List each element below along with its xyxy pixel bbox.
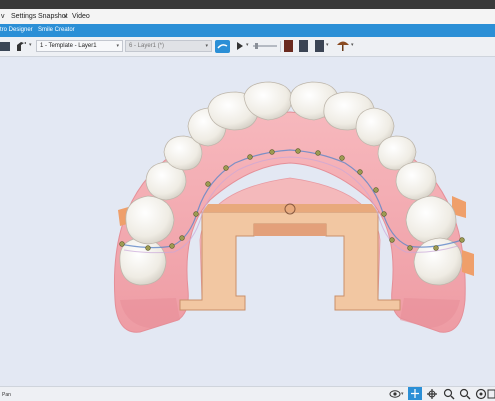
eye-chevron-icon[interactable]: ▾ <box>401 391 404 397</box>
document-icon[interactable] <box>315 40 324 52</box>
template-layer-select-value: 1 - Template - Layer1 <box>40 43 97 49</box>
target-icon[interactable] <box>475 388 487 400</box>
bracket <box>269 149 275 155</box>
bracket <box>247 154 253 160</box>
bracket <box>223 165 229 171</box>
menu-video[interactable]: Video <box>72 13 90 20</box>
status-mode-label: Pan <box>2 392 11 398</box>
bracket <box>119 241 125 247</box>
tab-ortho-designer[interactable]: tro Designer <box>0 27 33 33</box>
umbrella-chevron-icon[interactable]: ▾ <box>351 42 354 48</box>
layers-icon[interactable] <box>299 40 308 52</box>
speed-slider[interactable] <box>253 43 277 49</box>
bracket <box>145 245 151 251</box>
window-titlebar <box>0 0 495 9</box>
bracket <box>389 237 395 243</box>
brush-icon[interactable] <box>15 41 27 52</box>
pan-icon[interactable] <box>408 387 422 400</box>
chevron-down-icon: ▾ <box>205 43 208 49</box>
bracket <box>407 245 413 251</box>
play-chevron-icon[interactable]: ▾ <box>246 42 249 48</box>
tooth-right-molar-2 <box>413 237 463 286</box>
snapshot-chevron-icon[interactable]: ▾ <box>64 14 67 20</box>
tooth-left-molar-1 <box>125 195 175 245</box>
menu-view[interactable]: v <box>1 13 5 20</box>
eye-icon[interactable] <box>389 388 401 399</box>
bracket <box>339 155 345 161</box>
dental-arch-model <box>113 81 474 333</box>
toolbar-separator <box>280 41 281 52</box>
right-tab-2 <box>462 250 474 276</box>
menu-settings[interactable]: Settings <box>11 13 36 20</box>
bracket <box>179 235 185 241</box>
bracket <box>459 237 465 243</box>
umbrella-icon[interactable] <box>336 39 350 52</box>
play-icon[interactable] <box>236 41 244 51</box>
bracket <box>205 181 211 187</box>
3d-viewport[interactable] <box>0 57 495 386</box>
bracket <box>381 211 387 217</box>
flag-icon[interactable] <box>215 40 230 53</box>
tooth-right-premolar-2 <box>395 161 437 201</box>
rotate-icon[interactable] <box>426 388 438 400</box>
bracket <box>373 187 379 193</box>
zoom-in-icon[interactable] <box>443 388 455 400</box>
document-chevron-icon[interactable]: ▾ <box>326 42 329 48</box>
brush-chevron-icon[interactable]: ▾ <box>29 42 32 48</box>
menu-bar: v Settings Snapshot ▾ Video <box>0 9 495 24</box>
bracket <box>193 211 199 217</box>
folder-icon[interactable] <box>0 41 10 52</box>
toolbar: ▾ 1 - Template - Layer1 ▾ 6 - Layer1 (*)… <box>0 37 495 57</box>
bracket <box>169 243 175 249</box>
bracket <box>295 148 301 154</box>
zoom-out-icon[interactable] <box>459 388 471 400</box>
tab-smile-creator[interactable]: Smile Creator <box>38 27 75 33</box>
bracket <box>357 169 363 175</box>
layer-select-value: 6 - Layer1 (*) <box>129 43 165 49</box>
template-layer-select[interactable]: 1 - Template - Layer1 ▾ <box>36 40 123 52</box>
bracket <box>433 245 439 251</box>
status-bar: Pan ▾ <box>0 386 495 401</box>
bracket <box>315 150 321 156</box>
module-tab-bar: tro Designer Smile Creator <box>0 24 495 37</box>
base-inner-top <box>254 224 326 236</box>
reset-view-icon[interactable] <box>487 388 495 400</box>
book-icon[interactable] <box>284 40 293 52</box>
tooth-right-molar-1 <box>405 195 457 245</box>
base-block-top <box>202 204 378 212</box>
layer-select[interactable]: 6 - Layer1 (*) ▾ <box>125 40 212 52</box>
chevron-down-icon: ▾ <box>116 43 119 49</box>
